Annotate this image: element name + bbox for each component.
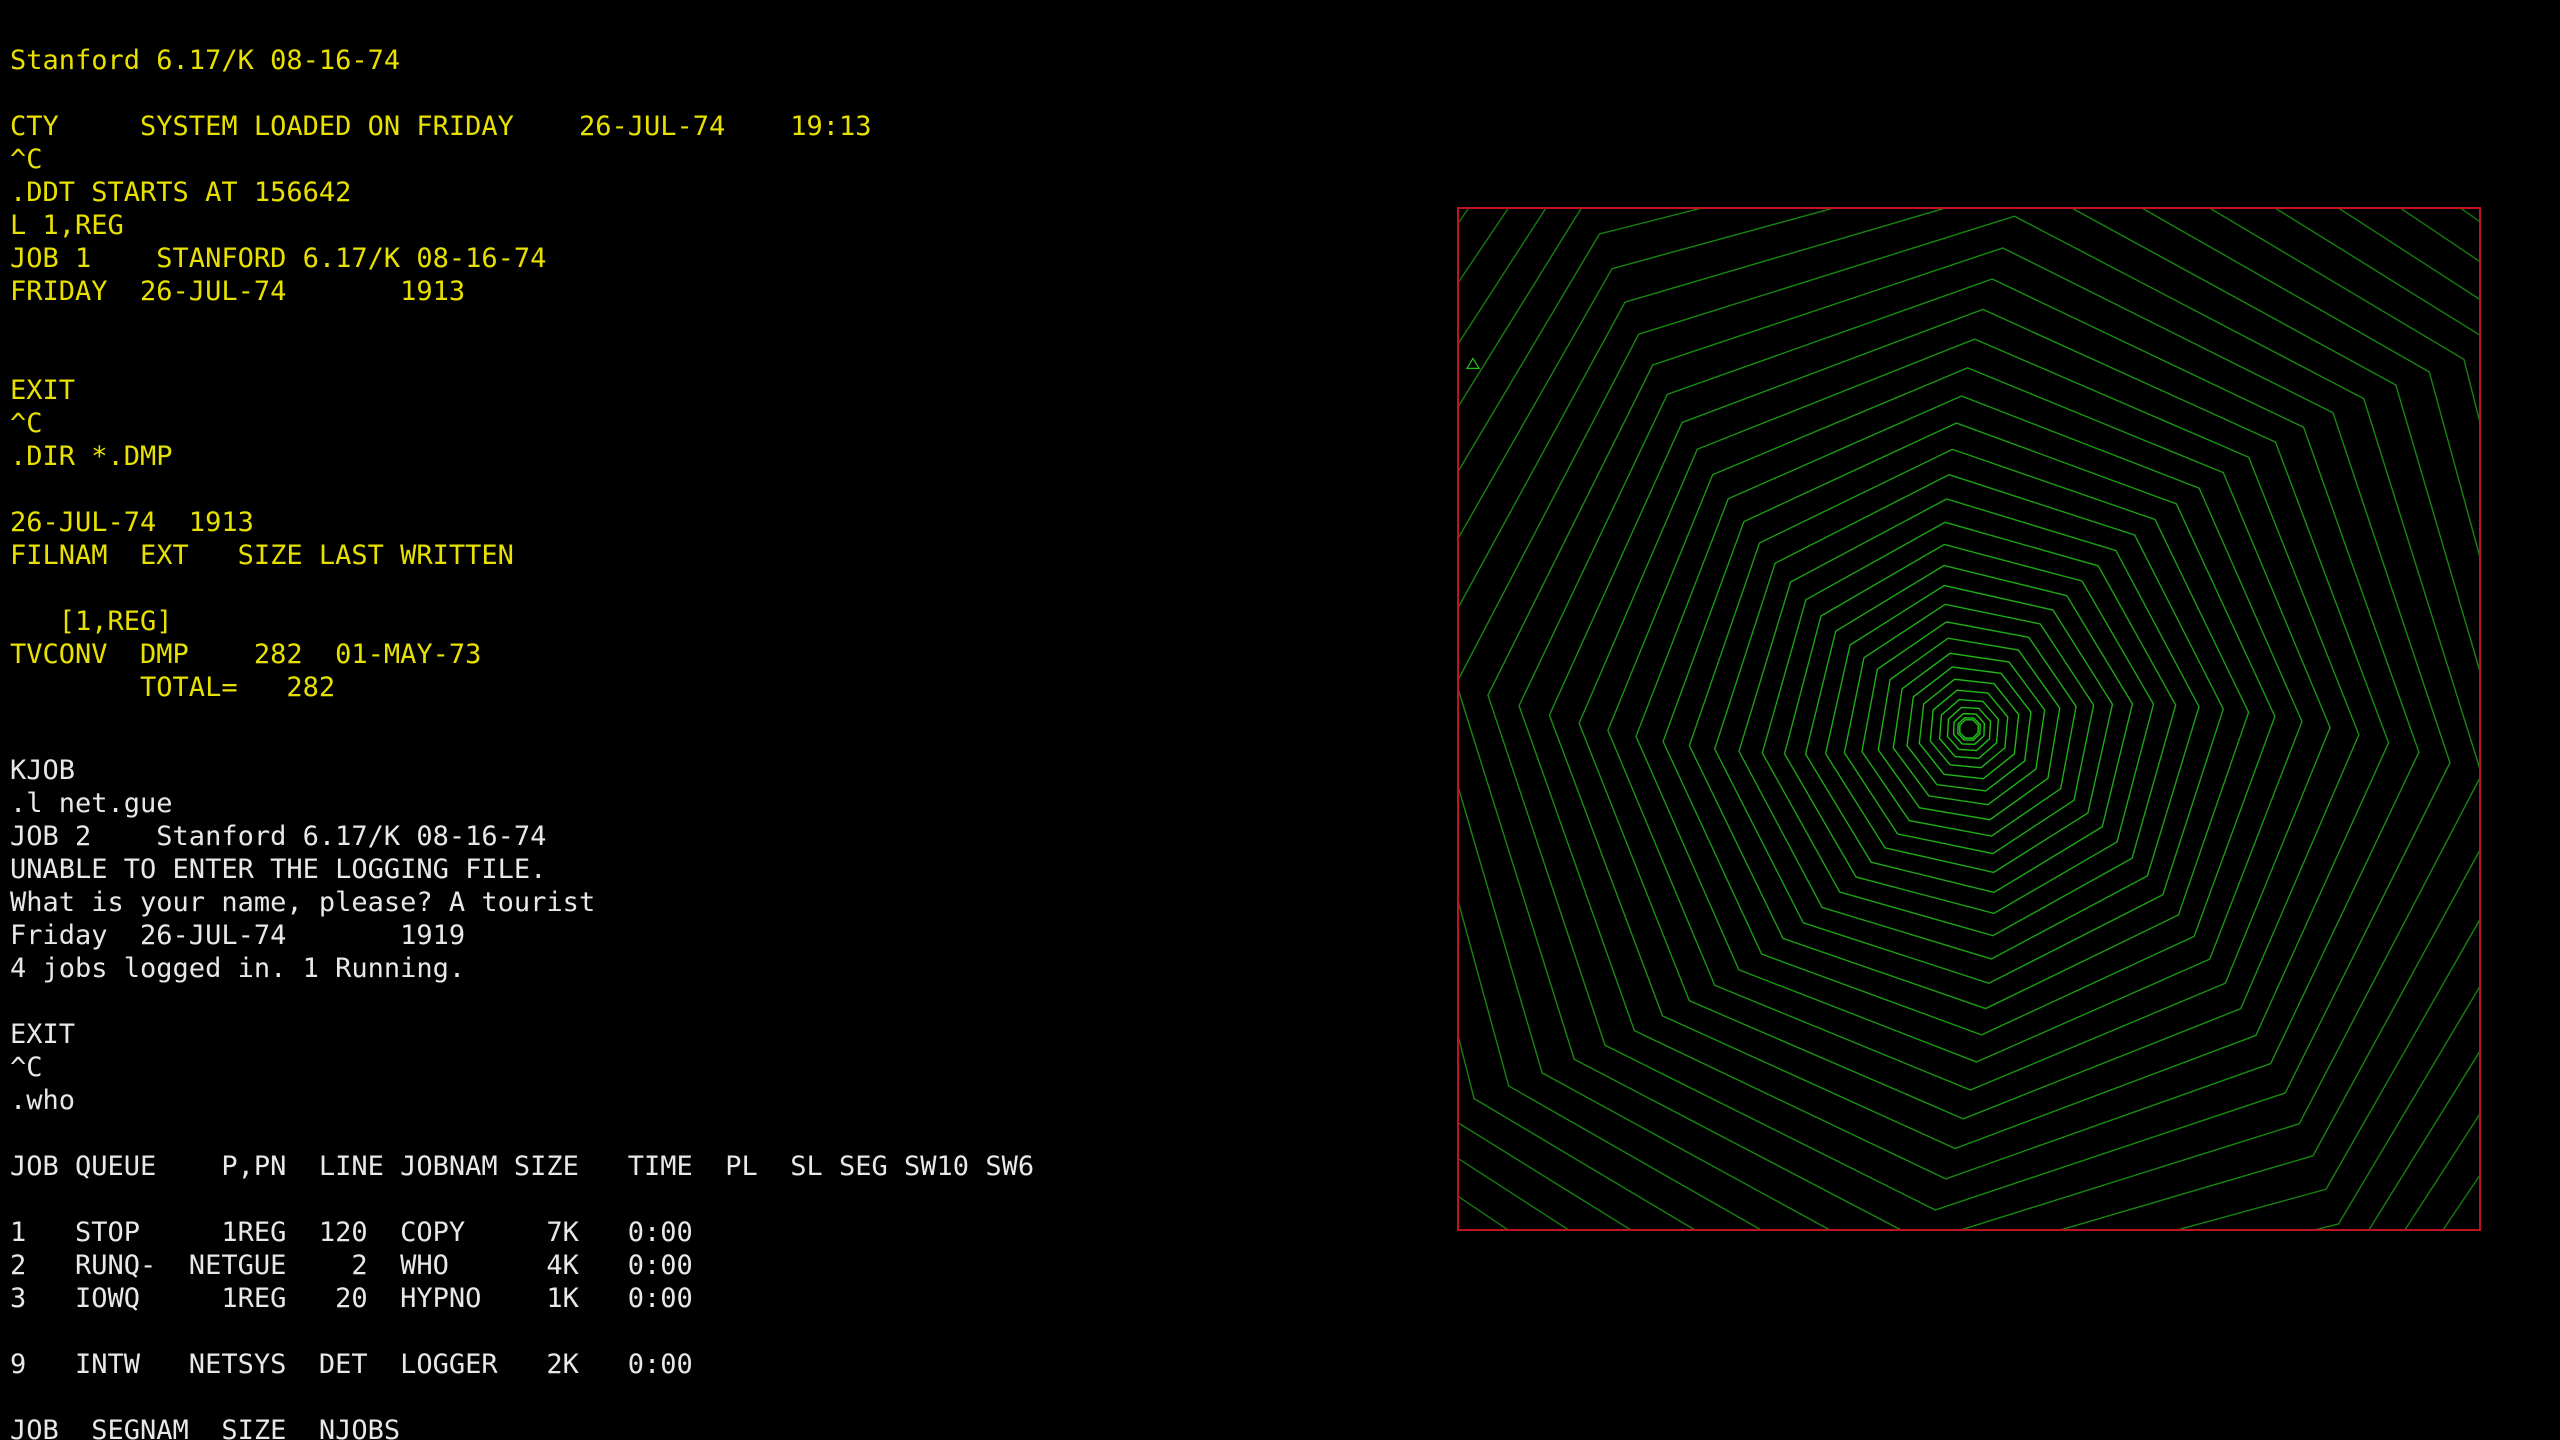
terminal-line: UNABLE TO ENTER THE LOGGING FILE. xyxy=(10,853,547,885)
vector-display-panel xyxy=(1457,207,2481,1231)
octagon-ring xyxy=(1548,308,2390,1150)
terminal-line: JOB SEGNAM SIZE NJOBS xyxy=(10,1414,401,1440)
terminal-line: ^C xyxy=(10,408,43,439)
octagon-ring xyxy=(1959,719,1979,739)
terminal-line: TOTAL= 282 xyxy=(10,672,336,703)
terminal-line: L 1,REG xyxy=(10,210,124,241)
octagon-ring xyxy=(1607,367,2331,1091)
terminal-line: KJOB xyxy=(10,754,76,786)
terminal-line: JOB 1 STANFORD 6.17/K 08-16-74 xyxy=(10,243,547,274)
terminal-line: .l net.gue xyxy=(10,787,173,819)
terminal-output: Stanford 6.17/K 08-16-74 CTY SYSTEM LOADE… xyxy=(10,44,1410,1440)
octagon-ring xyxy=(1877,637,2061,821)
terminal-line: 1 STOP 1REG 120 COPY 7K 0:00 xyxy=(10,1216,693,1248)
terminal-line: Stanford 6.17/K 08-16-74 xyxy=(10,45,401,76)
terminal-line: [1,REG] xyxy=(10,606,173,637)
terminal-line: JOB QUEUE P,PN LINE JOBNAM SIZE TIME PL … xyxy=(10,1150,1035,1182)
octagon-ring xyxy=(1861,621,2077,837)
octagon-ring xyxy=(1929,689,2009,769)
terminal-line: What is your name, please? A tourist xyxy=(10,886,596,918)
triangle-marker xyxy=(1465,357,1480,369)
octagon-ring xyxy=(1906,666,2032,792)
terminal-line: ^C xyxy=(10,144,43,175)
octagon-ring xyxy=(1518,278,2420,1180)
octagon-ring xyxy=(1957,717,1981,741)
terminal-line: EXIT xyxy=(10,375,76,406)
terminal-line: JOB 2 Stanford 6.17/K 08-16-74 xyxy=(10,820,547,852)
terminal-line: CTY SYSTEM LOADED ON FRIDAY 26-JUL-74 19… xyxy=(10,111,872,142)
terminal-line: .DIR *.DMP xyxy=(10,441,173,472)
terminal-line: 2 RUNQ- NETGUE 2 WHO 4K 0:00 xyxy=(10,1249,693,1281)
octagon-ring xyxy=(1824,584,2114,874)
octagon-ring xyxy=(1578,338,2360,1120)
octagon-ring xyxy=(1804,564,2134,894)
terminal-line: ^C xyxy=(10,1051,43,1083)
terminal-line: .DDT STARTS AT 156642 xyxy=(10,177,352,208)
octagon-ring xyxy=(1662,422,2276,1036)
terminal-line: 3 IOWQ 1REG 20 HYPNO 1K 0:00 xyxy=(10,1282,693,1314)
terminal-line: .who xyxy=(10,1084,76,1116)
terminal-line: EXIT xyxy=(10,1018,76,1050)
octagon-ring xyxy=(1635,395,2303,1063)
octagon-ring xyxy=(1783,543,2155,915)
octagon-tunnel-graphic xyxy=(1459,209,2479,1229)
octagon-ring xyxy=(1761,521,2177,937)
octagon-ring xyxy=(1918,678,2020,780)
octagon-ring xyxy=(1738,498,2200,960)
terminal-line: TVCONV DMP 282 01-MAY-73 xyxy=(10,639,482,670)
terminal-line: FILNAM EXT SIZE LAST WRITTEN xyxy=(10,540,514,571)
octagon-ring xyxy=(1892,652,2046,806)
octagon-ring xyxy=(1688,448,2250,1010)
terminal-line: 26-JUL-74 1913 xyxy=(10,507,254,538)
terminal-line: 9 INTW NETSYS DET LOGGER 2K 0:00 xyxy=(10,1348,693,1380)
terminal-line: Friday 26-JUL-74 1919 xyxy=(10,919,466,951)
terminal-line: 4 jobs logged in. 1 Running. xyxy=(10,952,466,984)
octagon-ring xyxy=(1487,247,2451,1211)
terminal-line: FRIDAY 26-JUL-74 1913 xyxy=(10,276,466,307)
